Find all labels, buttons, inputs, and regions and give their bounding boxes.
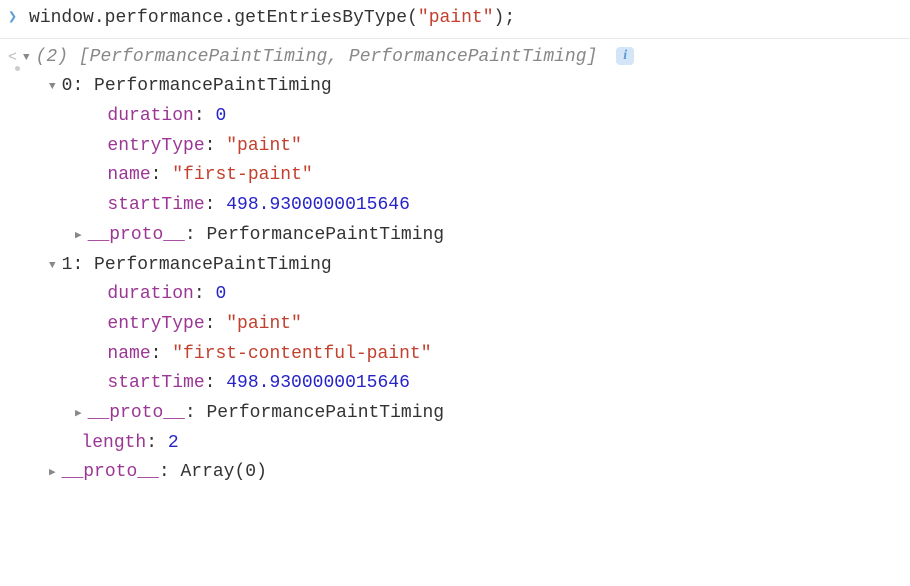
- prop-key: entryType: [107, 314, 204, 334]
- length-value: 2: [168, 433, 179, 453]
- expand-arrow-icon[interactable]: ▶: [49, 464, 56, 482]
- input-prefix: window.performance.getEntriesByType(: [29, 8, 418, 28]
- class-name: PerformancePaintTiming: [94, 255, 332, 275]
- proto-row[interactable]: ▶__proto__: PerformancePaintTiming: [23, 221, 902, 251]
- class-name: PerformancePaintTiming: [94, 76, 332, 96]
- array-item-header[interactable]: ▼1: PerformancePaintTiming: [23, 251, 902, 281]
- property-row[interactable]: name: "first-contentful-paint": [23, 340, 902, 370]
- prop-value: 498.9300000015646: [226, 373, 410, 393]
- console-input-row: ❯ window.performance.getEntriesByType("p…: [0, 0, 910, 39]
- info-badge-icon[interactable]: i: [616, 47, 634, 65]
- property-row[interactable]: duration: 0: [23, 280, 902, 310]
- proto-row[interactable]: ▶__proto__: PerformancePaintTiming: [23, 399, 902, 429]
- property-row[interactable]: duration: 0: [23, 102, 902, 132]
- array-proto-row[interactable]: ▶__proto__: Array(0): [23, 458, 902, 488]
- prop-value: "first-contentful-paint": [172, 344, 431, 364]
- input-suffix: );: [494, 8, 516, 28]
- prop-value: "first-paint": [172, 165, 312, 185]
- array-summary: [PerformancePaintTiming, PerformancePain…: [79, 47, 597, 67]
- property-row[interactable]: startTime: 498.9300000015646: [23, 369, 902, 399]
- property-row[interactable]: startTime: 498.9300000015646: [23, 191, 902, 221]
- expand-arrow-icon[interactable]: ▼: [23, 49, 30, 67]
- expand-arrow-icon[interactable]: ▼: [49, 257, 56, 275]
- proto-key: __proto__: [62, 462, 159, 482]
- prop-key: duration: [107, 106, 193, 126]
- expand-arrow-icon[interactable]: ▶: [75, 405, 82, 423]
- array-index: 1: [62, 255, 73, 275]
- proto-value: Array(0): [180, 462, 266, 482]
- prop-key: startTime: [107, 373, 204, 393]
- property-row[interactable]: entryType: "paint": [23, 310, 902, 340]
- array-index: 0: [62, 76, 73, 96]
- array-item-header[interactable]: ▼0: PerformancePaintTiming: [23, 72, 902, 102]
- console-output-row: < ▼ (2) [PerformancePaintTiming, Performa…: [0, 39, 910, 492]
- prop-value: "paint": [226, 136, 302, 156]
- proto-key: __proto__: [88, 225, 185, 245]
- expand-arrow-icon[interactable]: ▶: [75, 227, 82, 245]
- prop-value: 0: [215, 284, 226, 304]
- prop-key: duration: [107, 284, 193, 304]
- prop-value: 498.9300000015646: [226, 195, 410, 215]
- length-row[interactable]: length: 2: [23, 429, 902, 459]
- expand-arrow-icon[interactable]: ▼: [49, 78, 56, 96]
- proto-key: __proto__: [88, 403, 185, 423]
- prop-key: name: [107, 165, 150, 185]
- prop-value: "paint": [226, 314, 302, 334]
- prop-key: startTime: [107, 195, 204, 215]
- input-prompt-icon: ❯: [8, 4, 17, 31]
- array-summary-line[interactable]: ▼ (2) [PerformancePaintTiming, Performanc…: [23, 43, 902, 73]
- array-count: (2): [36, 47, 68, 67]
- console-input[interactable]: window.performance.getEntriesByType("pai…: [29, 4, 515, 34]
- output-result-icon: <: [8, 43, 17, 71]
- prop-key: entryType: [107, 136, 204, 156]
- property-row[interactable]: name: "first-paint": [23, 161, 902, 191]
- output-content: ▼ (2) [PerformancePaintTiming, Performanc…: [23, 43, 902, 488]
- property-row[interactable]: entryType: "paint": [23, 132, 902, 162]
- input-arg: "paint": [418, 8, 494, 28]
- prop-key: name: [107, 344, 150, 364]
- prop-value: 0: [215, 106, 226, 126]
- proto-value: PerformancePaintTiming: [206, 403, 444, 423]
- length-key: length: [81, 433, 146, 453]
- proto-value: PerformancePaintTiming: [206, 225, 444, 245]
